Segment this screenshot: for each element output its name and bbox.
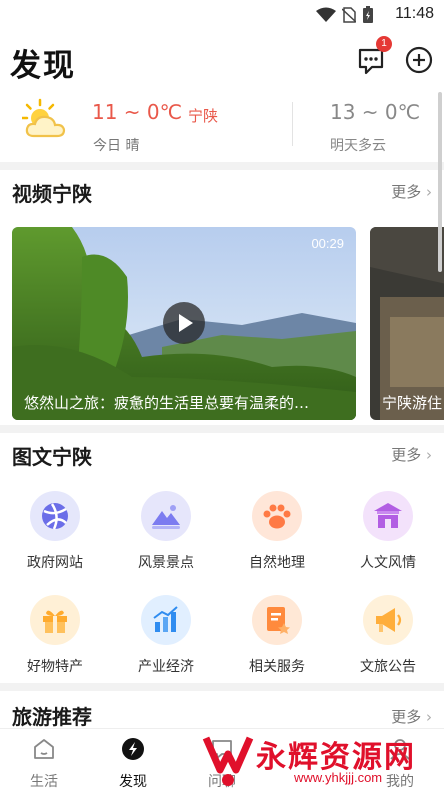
bar-chart-icon [141, 595, 191, 645]
weather-panel[interactable]: 11 ~ 0℃ 宁陕 今日 晴 13 ~ 0℃ 明天多云 [0, 92, 444, 162]
more-link[interactable]: 更多 › [391, 444, 432, 465]
category-label: 文旅公告 [360, 659, 416, 675]
pavilion-icon [363, 491, 413, 541]
video-section: 视频宁陕 更多 › 00:29 悠然山之旅：疲惫的生活里总要有温柔的… 宁陕游住 [0, 170, 444, 425]
clock: 11:48 [395, 5, 434, 22]
watermark-url: www.yhkjjj.com [294, 770, 383, 785]
category-nature[interactable]: 自然地理 [227, 491, 327, 572]
video-caption: 宁陕游住 [382, 394, 443, 412]
chevron-right-icon: › [426, 446, 432, 464]
megaphone-icon [363, 595, 413, 645]
globe-icon [30, 491, 80, 541]
chevron-right-icon: › [426, 708, 432, 726]
category-services[interactable]: 相关服务 [227, 595, 327, 676]
city-name: 宁陕 [188, 107, 219, 125]
partly-sunny-icon [22, 98, 66, 138]
tab-life[interactable]: 生活 [14, 737, 74, 789]
video-card[interactable]: 宁陕游住 [370, 227, 444, 420]
play-button[interactable] [163, 302, 205, 344]
play-icon [179, 314, 193, 332]
add-icon[interactable] [404, 45, 434, 75]
paw-icon [252, 491, 302, 541]
category-label: 风景景点 [138, 555, 194, 571]
category-label: 政府网站 [27, 555, 83, 571]
page-title: 发现 [10, 48, 76, 84]
tab-label: 发现 [119, 774, 147, 789]
more-label: 更多 [391, 446, 422, 464]
video-card[interactable]: 00:29 悠然山之旅：疲惫的生活里总要有温柔的… [12, 227, 356, 420]
chevron-right-icon: › [426, 183, 432, 201]
status-bar: 11:48 [0, 0, 444, 30]
more-label: 更多 [391, 183, 422, 201]
category-label: 人文风情 [360, 555, 416, 571]
tomorrow-temperature: 13 ~ 0℃ [330, 100, 421, 124]
gift-icon [30, 595, 80, 645]
travel-section: 旅游推荐 更多 › [0, 691, 444, 731]
category-announcements[interactable]: 文旅公告 [338, 595, 438, 676]
section-title: 图文宁陕 [12, 445, 92, 469]
mountain-icon [141, 491, 191, 541]
document-icon [252, 595, 302, 645]
watermark-logo [202, 736, 254, 786]
section-title: 视频宁陕 [12, 182, 92, 206]
category-economy[interactable]: 产业经济 [116, 595, 216, 676]
category-gov-site[interactable]: 政府网站 [5, 491, 105, 572]
home-icon [34, 739, 54, 759]
category-culture[interactable]: 人文风情 [338, 491, 438, 572]
watermark: 永辉资源网 www.yhkjjj.com [196, 728, 444, 789]
today-temperature: 11 ~ 0℃ [92, 100, 183, 124]
tab-label: 生活 [30, 774, 58, 789]
header: 发现 1 [0, 30, 444, 92]
tab-discover[interactable]: 发现 [103, 737, 163, 789]
today-description: 今日 晴 [93, 138, 140, 154]
discover-icon [122, 738, 144, 760]
category-label: 好物特产 [27, 659, 83, 675]
category-specialty[interactable]: 好物特产 [5, 595, 105, 676]
divider [292, 102, 293, 146]
more-link[interactable]: 更多 › [391, 706, 432, 727]
message-badge: 1 [376, 36, 392, 52]
video-caption: 悠然山之旅：疲惫的生活里总要有温柔的… [24, 394, 310, 412]
category-label: 产业经济 [138, 659, 194, 675]
section-title: 旅游推荐 [12, 705, 92, 729]
more-label: 更多 [391, 708, 422, 726]
category-label: 自然地理 [249, 555, 305, 571]
scrollbar[interactable] [438, 92, 442, 272]
wifi-icon [316, 7, 336, 22]
photo-section: 图文宁陕 更多 › 政府网站 风景景点 自然地理 人文风情 好物特产 产业经济 … [0, 433, 444, 683]
battery-icon [363, 6, 373, 23]
category-scenery[interactable]: 风景景点 [116, 491, 216, 572]
more-link[interactable]: 更多 › [391, 181, 432, 202]
video-duration: 00:29 [311, 236, 344, 251]
no-sim-icon [342, 7, 356, 23]
category-label: 相关服务 [249, 659, 305, 675]
tomorrow-description: 明天多云 [330, 138, 386, 154]
